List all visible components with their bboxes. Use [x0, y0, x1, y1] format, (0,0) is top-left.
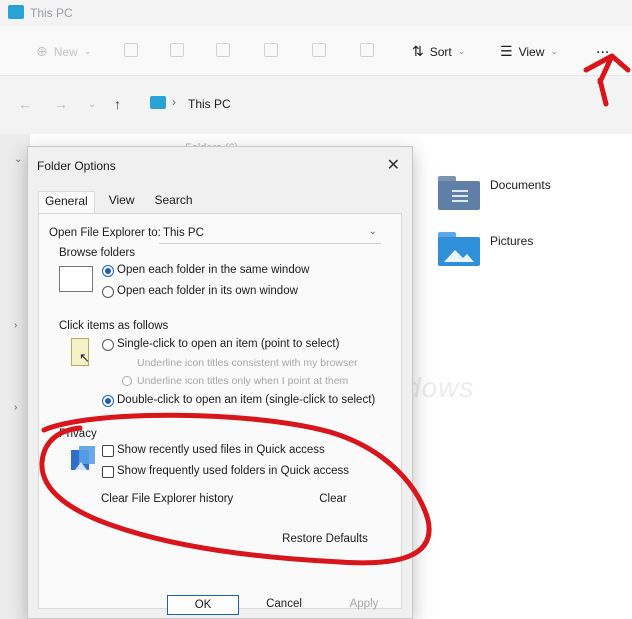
folder-pictures[interactable]: Pictures: [438, 232, 533, 266]
this-pc-icon: [8, 5, 24, 19]
chevron-down-icon: ⌄: [83, 46, 92, 56]
browse-folders-label: Browse folders: [59, 247, 136, 259]
new-button[interactable]: ⊕ New ⌄: [36, 43, 91, 60]
folder-label: Documents: [490, 178, 551, 192]
clear-button[interactable]: Clear: [297, 490, 369, 510]
delete-icon[interactable]: [360, 43, 374, 57]
dialog-title: Folder Options: [37, 159, 116, 173]
recent-files-checkbox[interactable]: [102, 445, 114, 457]
folder-documents[interactable]: Documents: [438, 176, 551, 210]
paste-icon[interactable]: [216, 43, 230, 57]
title-bar: This PC: [0, 0, 632, 26]
pictures-folder-icon: [438, 232, 480, 266]
up-arrow-icon[interactable]: ↑: [114, 96, 121, 112]
view-button[interactable]: ☰ View ⌄: [500, 43, 558, 60]
dialog-tabs: General View Search: [38, 191, 207, 213]
same-window-label[interactable]: Open each folder in the same window: [117, 264, 309, 276]
chevron-down-icon: ⌄: [550, 46, 558, 56]
view-label: View: [518, 44, 545, 59]
expand-chevron-icon[interactable]: ⌄: [14, 154, 22, 165]
share-icon[interactable]: [312, 43, 326, 57]
recent-locations-icon[interactable]: ⌄: [88, 99, 96, 110]
underline-browser-label: Underline icon titles consistent with my…: [137, 357, 358, 369]
tab-general[interactable]: General: [38, 191, 95, 213]
open-explorer-select[interactable]: This PC ⌄: [159, 224, 381, 244]
clear-history-label: Clear File Explorer history: [101, 493, 234, 505]
window-title: This PC: [30, 6, 73, 20]
restore-defaults-button[interactable]: Restore Defaults: [275, 530, 375, 550]
pointer-cursor-icon: ↖: [79, 350, 90, 365]
more-options-button[interactable]: ...: [596, 40, 609, 58]
breadcrumb[interactable]: This PC: [188, 97, 231, 111]
privacy-label: Privacy: [59, 428, 97, 440]
underline-point-radio: [122, 376, 132, 386]
ok-button[interactable]: OK: [167, 595, 239, 615]
navigation-pane: [0, 134, 30, 619]
expand-chevron-icon[interactable]: ›: [14, 402, 17, 413]
privacy-icon: [71, 446, 95, 470]
sort-button[interactable]: ⇅ Sort ⌄: [412, 43, 465, 60]
chevron-down-icon: ⌄: [368, 226, 377, 237]
this-pc-icon: [150, 96, 166, 109]
own-window-label[interactable]: Open each folder in its own window: [117, 285, 298, 297]
forward-arrow-icon[interactable]: →: [54, 96, 68, 112]
breadcrumb-chevron-icon: ›: [172, 95, 176, 109]
folder-options-dialog: Folder Options ✕ General View Search Ope…: [27, 146, 413, 619]
single-click-label[interactable]: Single-click to open an item (point to s…: [117, 338, 339, 350]
rename-icon[interactable]: [264, 43, 278, 57]
general-tab-panel: Open File Explorer to: This PC ⌄ Browse …: [38, 213, 402, 609]
recent-files-label[interactable]: Show recently used files in Quick access: [117, 444, 325, 456]
view-icon: ☰: [500, 43, 513, 59]
open-explorer-value: This PC: [163, 227, 204, 239]
double-click-label[interactable]: Double-click to open an item (single-cli…: [117, 394, 375, 406]
underline-point-label: Underline icon titles only when I point …: [137, 375, 349, 387]
chevron-down-icon: ⌄: [457, 46, 466, 56]
plus-icon: ⊕: [36, 43, 48, 59]
browse-folders-preview-icon: [59, 266, 93, 292]
click-items-label: Click items as follows: [59, 320, 169, 332]
double-click-radio[interactable]: [102, 395, 114, 407]
cut-icon[interactable]: [124, 43, 138, 57]
apply-button: Apply: [349, 598, 379, 610]
sort-icon: ⇅: [412, 43, 424, 59]
documents-folder-icon: [438, 176, 480, 210]
same-window-radio[interactable]: [102, 265, 114, 277]
address-bar: ← → ⌄ ↑ › This PC: [0, 76, 632, 134]
tab-view[interactable]: View: [103, 191, 141, 213]
open-explorer-label: Open File Explorer to:: [49, 227, 161, 239]
copy-icon[interactable]: [170, 43, 184, 57]
more-label: ...: [596, 40, 610, 57]
sort-label: Sort: [429, 44, 452, 59]
cancel-button[interactable]: Cancel: [248, 595, 320, 615]
folder-label: Pictures: [490, 234, 534, 248]
back-arrow-icon[interactable]: ←: [18, 96, 32, 112]
command-bar: ⊕ New ⌄ ⇅ Sort ⌄ ☰ View ⌄ ...: [0, 26, 632, 76]
close-icon[interactable]: ✕: [387, 155, 400, 175]
expand-chevron-icon[interactable]: ›: [14, 320, 17, 331]
own-window-radio[interactable]: [102, 286, 114, 298]
frequent-folders-label[interactable]: Show frequently used folders in Quick ac…: [117, 465, 349, 477]
tab-search[interactable]: Search: [149, 191, 199, 213]
single-click-radio[interactable]: [102, 339, 114, 351]
new-label: New: [53, 44, 78, 59]
frequent-folders-checkbox[interactable]: [102, 466, 114, 478]
